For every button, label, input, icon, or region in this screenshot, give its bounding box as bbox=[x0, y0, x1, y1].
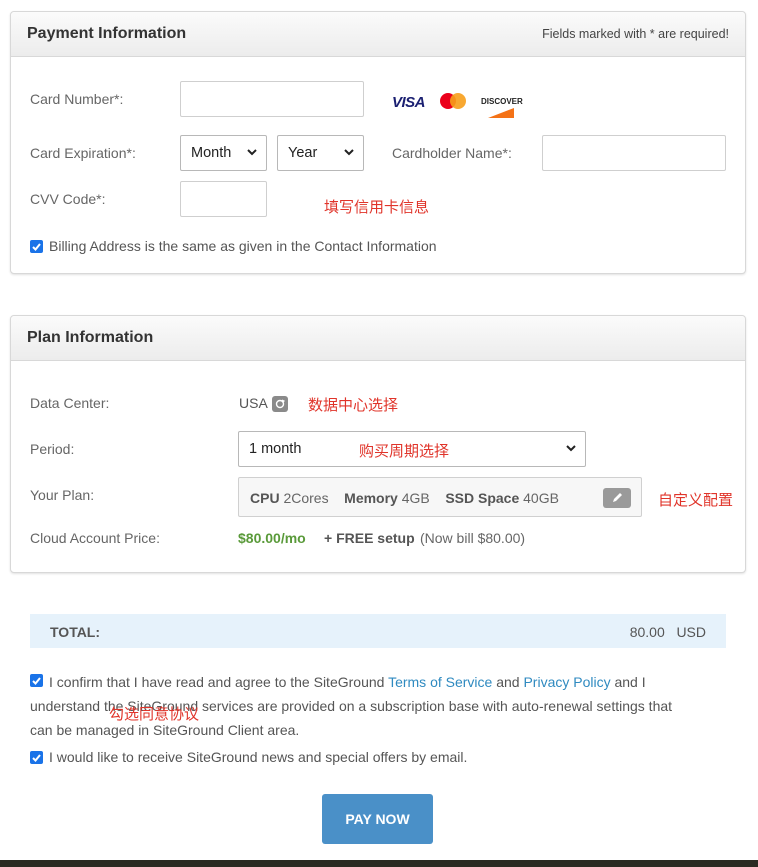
plan-summary-box: CPU 2Cores Memory 4GB SSD Space 40GB bbox=[238, 477, 642, 517]
data-center-value: USA bbox=[239, 395, 268, 411]
terms-of-service-link[interactable]: Terms of Service bbox=[388, 674, 492, 690]
plan-title: Plan Information bbox=[27, 329, 154, 346]
cpu-label: CPU bbox=[250, 490, 280, 506]
total-currency: USD bbox=[676, 624, 706, 640]
discover-swoosh-icon bbox=[488, 105, 514, 118]
terms-and: and bbox=[492, 674, 524, 690]
terms-text-1: I confirm that I have read and agree to … bbox=[49, 674, 389, 690]
your-plan-label: Your Plan: bbox=[30, 487, 95, 503]
plan-panel-header: Plan Information bbox=[11, 316, 745, 361]
ssd-label: SSD Space bbox=[445, 490, 520, 506]
period-label: Period: bbox=[30, 441, 75, 457]
edit-plan-button[interactable] bbox=[603, 488, 631, 508]
visa-logo: VISA bbox=[392, 94, 426, 111]
price-value: $80.00/mo bbox=[238, 530, 306, 546]
memory-value: 4GB bbox=[401, 490, 430, 506]
year-select-value: Year bbox=[288, 145, 318, 161]
total-label: TOTAL: bbox=[50, 624, 101, 640]
chevron-down-icon bbox=[246, 144, 258, 160]
billing-address-label: Billing Address is the same as given in … bbox=[49, 238, 437, 254]
chevron-down-icon bbox=[565, 440, 577, 456]
payment-title: Payment Information bbox=[27, 25, 187, 42]
refresh-icon[interactable] bbox=[272, 396, 288, 412]
memory-label: Memory bbox=[344, 490, 398, 506]
newsletter-label: I would like to receive SiteGround news … bbox=[49, 749, 468, 765]
month-select-value: Month bbox=[191, 145, 232, 161]
terms-line-3: can be managed in SiteGround Client area… bbox=[30, 722, 300, 738]
year-select[interactable]: Year bbox=[277, 135, 364, 171]
total-value: 80.00 bbox=[629, 624, 665, 640]
period-annotation: 购买周期选择 bbox=[359, 443, 450, 460]
card-number-label: Card Number*: bbox=[30, 91, 124, 107]
pay-now-button[interactable]: PAY NOW bbox=[322, 794, 433, 844]
price-label: Cloud Account Price: bbox=[30, 530, 160, 546]
cpu-value: 2Cores bbox=[283, 490, 329, 506]
total-bar: TOTAL: 80.00 USD bbox=[30, 614, 726, 648]
mastercard-icon bbox=[440, 93, 466, 111]
billing-address-checkbox[interactable] bbox=[30, 240, 43, 253]
period-select-value: 1 month bbox=[249, 441, 302, 457]
plan-annotation: 自定义配置 bbox=[658, 492, 734, 509]
card-number-input[interactable] bbox=[180, 81, 364, 117]
setup-value: + FREE setup bbox=[324, 530, 415, 546]
privacy-policy-link[interactable]: Privacy Policy bbox=[523, 674, 610, 690]
cardholder-input[interactable] bbox=[542, 135, 726, 171]
plan-specs: CPU 2Cores Memory 4GB SSD Space 40GB bbox=[250, 490, 559, 506]
ssd-value: 40GB bbox=[523, 490, 559, 506]
terms-text-2: and I bbox=[610, 674, 646, 690]
month-select[interactable]: Month bbox=[180, 135, 267, 171]
card-info-annotation: 填写信用卡信息 bbox=[324, 199, 430, 216]
newsletter-checkbox[interactable] bbox=[30, 751, 43, 764]
pencil-icon bbox=[613, 493, 622, 502]
chevron-down-icon bbox=[343, 144, 355, 160]
data-center-label: Data Center: bbox=[30, 395, 110, 411]
card-expiration-label: Card Expiration*: bbox=[30, 145, 136, 161]
bill-note: (Now bill $80.00) bbox=[420, 530, 526, 546]
payment-panel-header: Payment Information Fields marked with *… bbox=[11, 12, 745, 57]
agreement-annotation: 勾选同意协议 bbox=[109, 706, 200, 723]
required-note: Fields marked with * are required! bbox=[542, 27, 729, 41]
footer-strip bbox=[0, 860, 758, 867]
cvv-input[interactable] bbox=[180, 181, 267, 217]
cvv-label: CVV Code*: bbox=[30, 191, 106, 207]
cardholder-label: Cardholder Name*: bbox=[392, 145, 512, 161]
data-center-annotation: 数据中心选择 bbox=[308, 397, 399, 414]
total-amount: 80.00 USD bbox=[630, 624, 706, 640]
